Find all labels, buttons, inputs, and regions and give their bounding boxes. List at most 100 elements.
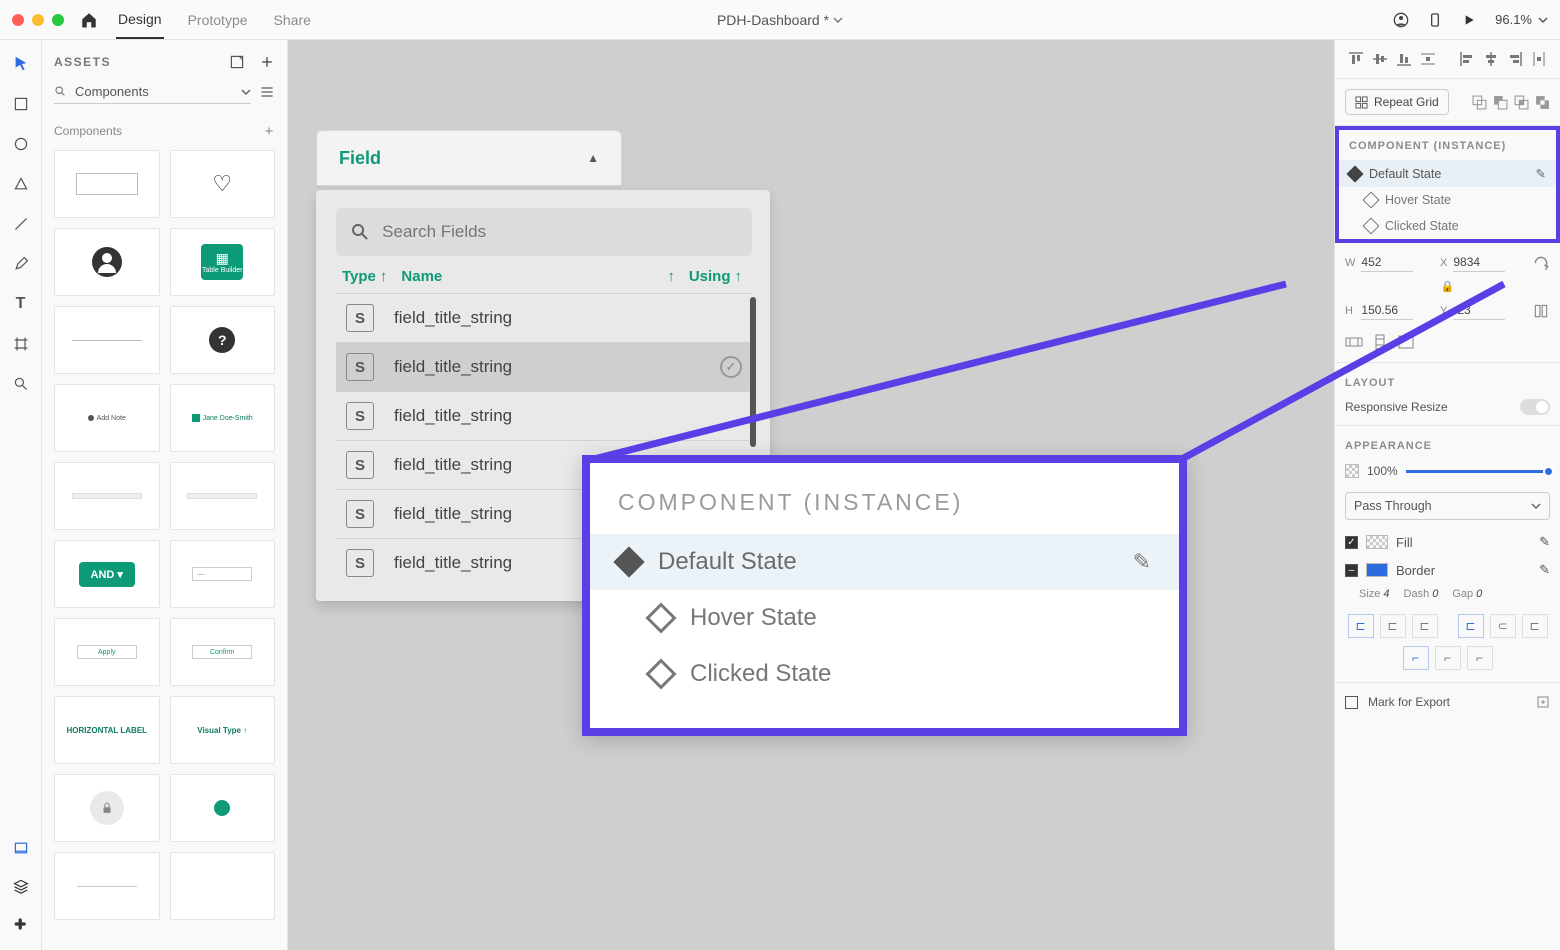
export-checkbox[interactable] [1345, 696, 1358, 709]
component-thumb[interactable] [54, 852, 160, 920]
eyedropper-icon[interactable]: ✎ [1539, 534, 1550, 550]
stroke-center-icon[interactable]: ⊏ [1380, 614, 1406, 638]
state-clicked[interactable]: Clicked State [1339, 213, 1556, 239]
plugins-panel-icon[interactable] [11, 914, 31, 934]
text-tool-icon[interactable]: T [11, 294, 31, 314]
cap-round-icon[interactable]: ⊂ [1490, 614, 1516, 638]
responsive-resize-toggle[interactable] [1520, 399, 1550, 415]
component-thumb[interactable] [54, 228, 160, 296]
tab-prototype[interactable]: Prototype [186, 2, 250, 38]
maximize-window-button[interactable] [52, 14, 64, 26]
list-view-icon[interactable] [259, 84, 275, 100]
height-input[interactable] [1361, 301, 1413, 320]
link-assets-icon[interactable] [229, 54, 245, 70]
home-icon[interactable] [80, 11, 98, 29]
width-input[interactable] [1361, 253, 1413, 272]
callout-state-default[interactable]: Default State✎ [590, 534, 1179, 590]
boolean-intersect-icon[interactable] [1514, 95, 1529, 110]
zoom-tool-icon[interactable] [11, 374, 31, 394]
zoom-control[interactable]: 96.1% [1495, 12, 1548, 27]
flip-icon[interactable] [1532, 302, 1550, 320]
assets-filter-dropdown[interactable]: Components [54, 80, 251, 104]
line-tool-icon[interactable] [11, 214, 31, 234]
callout-state-hover[interactable]: Hover State [590, 590, 1179, 646]
component-thumb[interactable] [54, 306, 160, 374]
component-thumb[interactable]: ▦Table Builder [170, 228, 276, 296]
component-thumb[interactable] [54, 462, 160, 530]
rectangle-tool-icon[interactable] [11, 94, 31, 114]
select-tool-icon[interactable] [11, 54, 31, 74]
cap-butt-icon[interactable]: ⊏ [1458, 614, 1484, 638]
border-checkbox[interactable] [1345, 564, 1358, 577]
component-thumb[interactable]: Visual Type ↑ [170, 696, 276, 764]
tab-share[interactable]: Share [272, 2, 313, 38]
user-icon[interactable] [1393, 12, 1409, 28]
field-row[interactable]: Sfield_title_string✓ [336, 342, 752, 391]
callout-state-clicked[interactable]: Clicked State [590, 646, 1179, 702]
join-miter-icon[interactable]: ⌐ [1403, 646, 1429, 670]
mobile-preview-icon[interactable] [1427, 12, 1443, 28]
close-window-button[interactable] [12, 14, 24, 26]
boolean-exclude-icon[interactable] [1535, 95, 1550, 110]
component-thumb[interactable]: ♡ [170, 150, 276, 218]
join-round-icon[interactable]: ⌐ [1435, 646, 1461, 670]
ellipse-tool-icon[interactable] [11, 134, 31, 154]
eyedropper-icon[interactable]: ✎ [1539, 562, 1550, 578]
align-top-icon[interactable] [1345, 48, 1367, 70]
component-thumb[interactable]: HORIZONTAL LABEL [54, 696, 160, 764]
component-thumb[interactable] [54, 774, 160, 842]
align-hcenter-icon[interactable] [1480, 48, 1502, 70]
search-fields-text[interactable] [382, 222, 738, 242]
align-vcenter-icon[interactable] [1369, 48, 1391, 70]
y-input[interactable] [1453, 301, 1505, 320]
search-fields-input[interactable] [336, 208, 752, 256]
polygon-tool-icon[interactable] [11, 174, 31, 194]
opacity-slider[interactable] [1406, 470, 1550, 473]
component-thumb[interactable]: Jane Doe-Smith [170, 384, 276, 452]
stroke-inner-icon[interactable]: ⊏ [1348, 614, 1374, 638]
pen-tool-icon[interactable] [11, 254, 31, 274]
component-thumb[interactable]: — [170, 540, 276, 608]
blend-mode-dropdown[interactable]: Pass Through [1345, 492, 1550, 520]
component-thumb[interactable] [170, 774, 276, 842]
minimize-window-button[interactable] [32, 14, 44, 26]
repeat-grid-button[interactable]: Repeat Grid [1345, 89, 1449, 115]
component-thumb[interactable]: Confirm [170, 618, 276, 686]
col-using[interactable]: Using ↑ [689, 268, 742, 285]
align-bottom-icon[interactable] [1393, 48, 1415, 70]
list-scrollbar[interactable] [750, 297, 756, 447]
tab-design[interactable]: Design [116, 1, 164, 39]
component-thumb[interactable] [170, 462, 276, 530]
field-row[interactable]: Sfield_title_string [336, 391, 752, 440]
component-thumb[interactable]: ? [170, 306, 276, 374]
field-row[interactable]: Sfield_title_string [336, 293, 752, 342]
export-settings-icon[interactable] [1536, 695, 1550, 709]
state-default[interactable]: Default State✎ [1339, 160, 1556, 187]
state-hover[interactable]: Hover State [1339, 187, 1556, 213]
col-type[interactable]: Type ↑ [342, 268, 387, 285]
distribute-v-icon[interactable] [1417, 48, 1439, 70]
field-dropdown-header[interactable]: Field ▲ [316, 130, 622, 186]
scroll-horizontal-icon[interactable] [1345, 334, 1363, 350]
component-thumb[interactable]: Apply [54, 618, 160, 686]
border-swatch[interactable] [1366, 563, 1388, 577]
distribute-h-icon[interactable] [1528, 48, 1550, 70]
scroll-vertical-icon[interactable] [1371, 334, 1389, 350]
edit-icon[interactable]: ✎ [1536, 166, 1546, 181]
assets-panel-icon[interactable] [11, 838, 31, 858]
add-asset-icon[interactable] [259, 54, 275, 70]
align-left-icon[interactable] [1456, 48, 1478, 70]
boolean-subtract-icon[interactable] [1493, 95, 1508, 110]
component-thumb[interactable] [170, 852, 276, 920]
stroke-outer-icon[interactable]: ⊏ [1412, 614, 1438, 638]
boolean-add-icon[interactable] [1472, 95, 1487, 110]
add-component-icon[interactable] [263, 125, 275, 137]
lock-aspect-icon[interactable]: 🔒 [1345, 280, 1550, 293]
edit-icon[interactable]: ✎ [1133, 549, 1151, 575]
x-input[interactable] [1453, 253, 1505, 272]
component-thumb[interactable]: Add Note [54, 384, 160, 452]
artboard-tool-icon[interactable] [11, 334, 31, 354]
document-title[interactable]: PDH-Dashboard * [717, 12, 843, 28]
rotate-icon[interactable] [1532, 254, 1550, 272]
scroll-none-icon[interactable] [1397, 334, 1415, 350]
